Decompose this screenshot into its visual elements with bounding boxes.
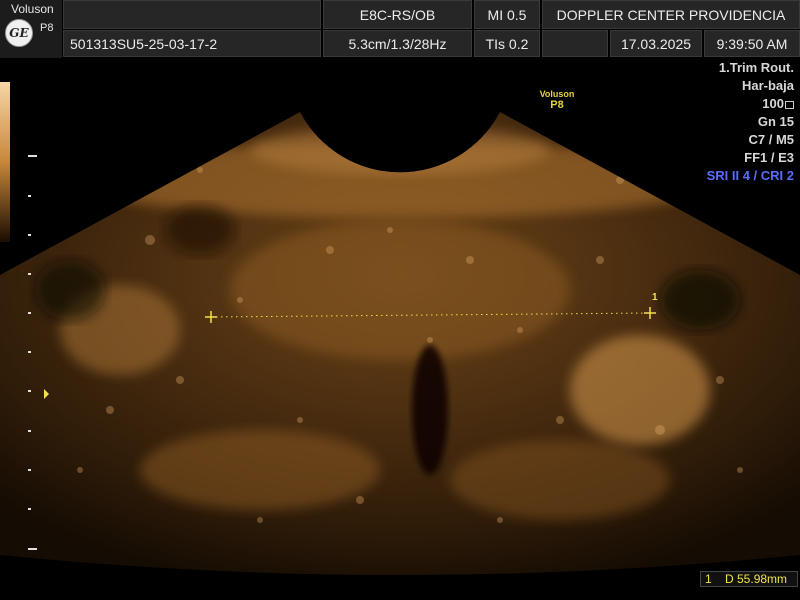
power-label: 100 [762,96,784,111]
time-label: 9:39:50 AM [704,30,800,57]
patient-id: 501313SU5-25-03-17-2 [63,30,321,57]
image-probe: P8 [550,99,564,111]
probe-label: E8C-RS/OB [323,0,472,29]
grayscale-bar [0,82,10,242]
depth-label: 5.3cm/1.3/28Hz [323,30,472,57]
ultrasound-sector [0,82,800,575]
gain-label: Gn 15 [757,114,794,129]
header-cell-blank-2 [542,30,608,57]
preset-label: 1.Trim Rout. [718,60,794,75]
date-label: 17.03.2025 [610,30,702,57]
caliper-number: 1 [652,292,658,303]
header-cell-blank [63,0,321,29]
compression-label: C7 / M5 [748,132,794,147]
logo-area: Voluson GE P8 [0,0,62,58]
brand-label: Voluson [11,2,54,16]
harmonic-label: Har-baja [741,78,794,93]
sri-label: SRI II 4 / CRI 2 [706,168,794,183]
measurement-result: 1 D 55.98mm [700,571,798,587]
mi-label: MI 0.5 [474,0,540,29]
power-row: 100 [762,96,794,111]
ge-logo-icon: GE [5,19,33,47]
header-bar: Voluson GE P8 E8C-RS/OB MI 0.5 DOPPLER C… [0,0,800,58]
lock-icon [785,101,794,109]
probe-small-label: P8 [40,22,54,34]
center-name: DOPPLER CENTER PROVIDENCIA [542,0,800,29]
ultrasound-image [0,58,800,600]
measurement-text: 1 D 55.98mm [705,572,788,586]
image-watermark: Voluson P8 [532,89,582,111]
filter-label: FF1 / E3 [744,150,794,165]
tis-label: TIs 0.2 [474,30,540,57]
